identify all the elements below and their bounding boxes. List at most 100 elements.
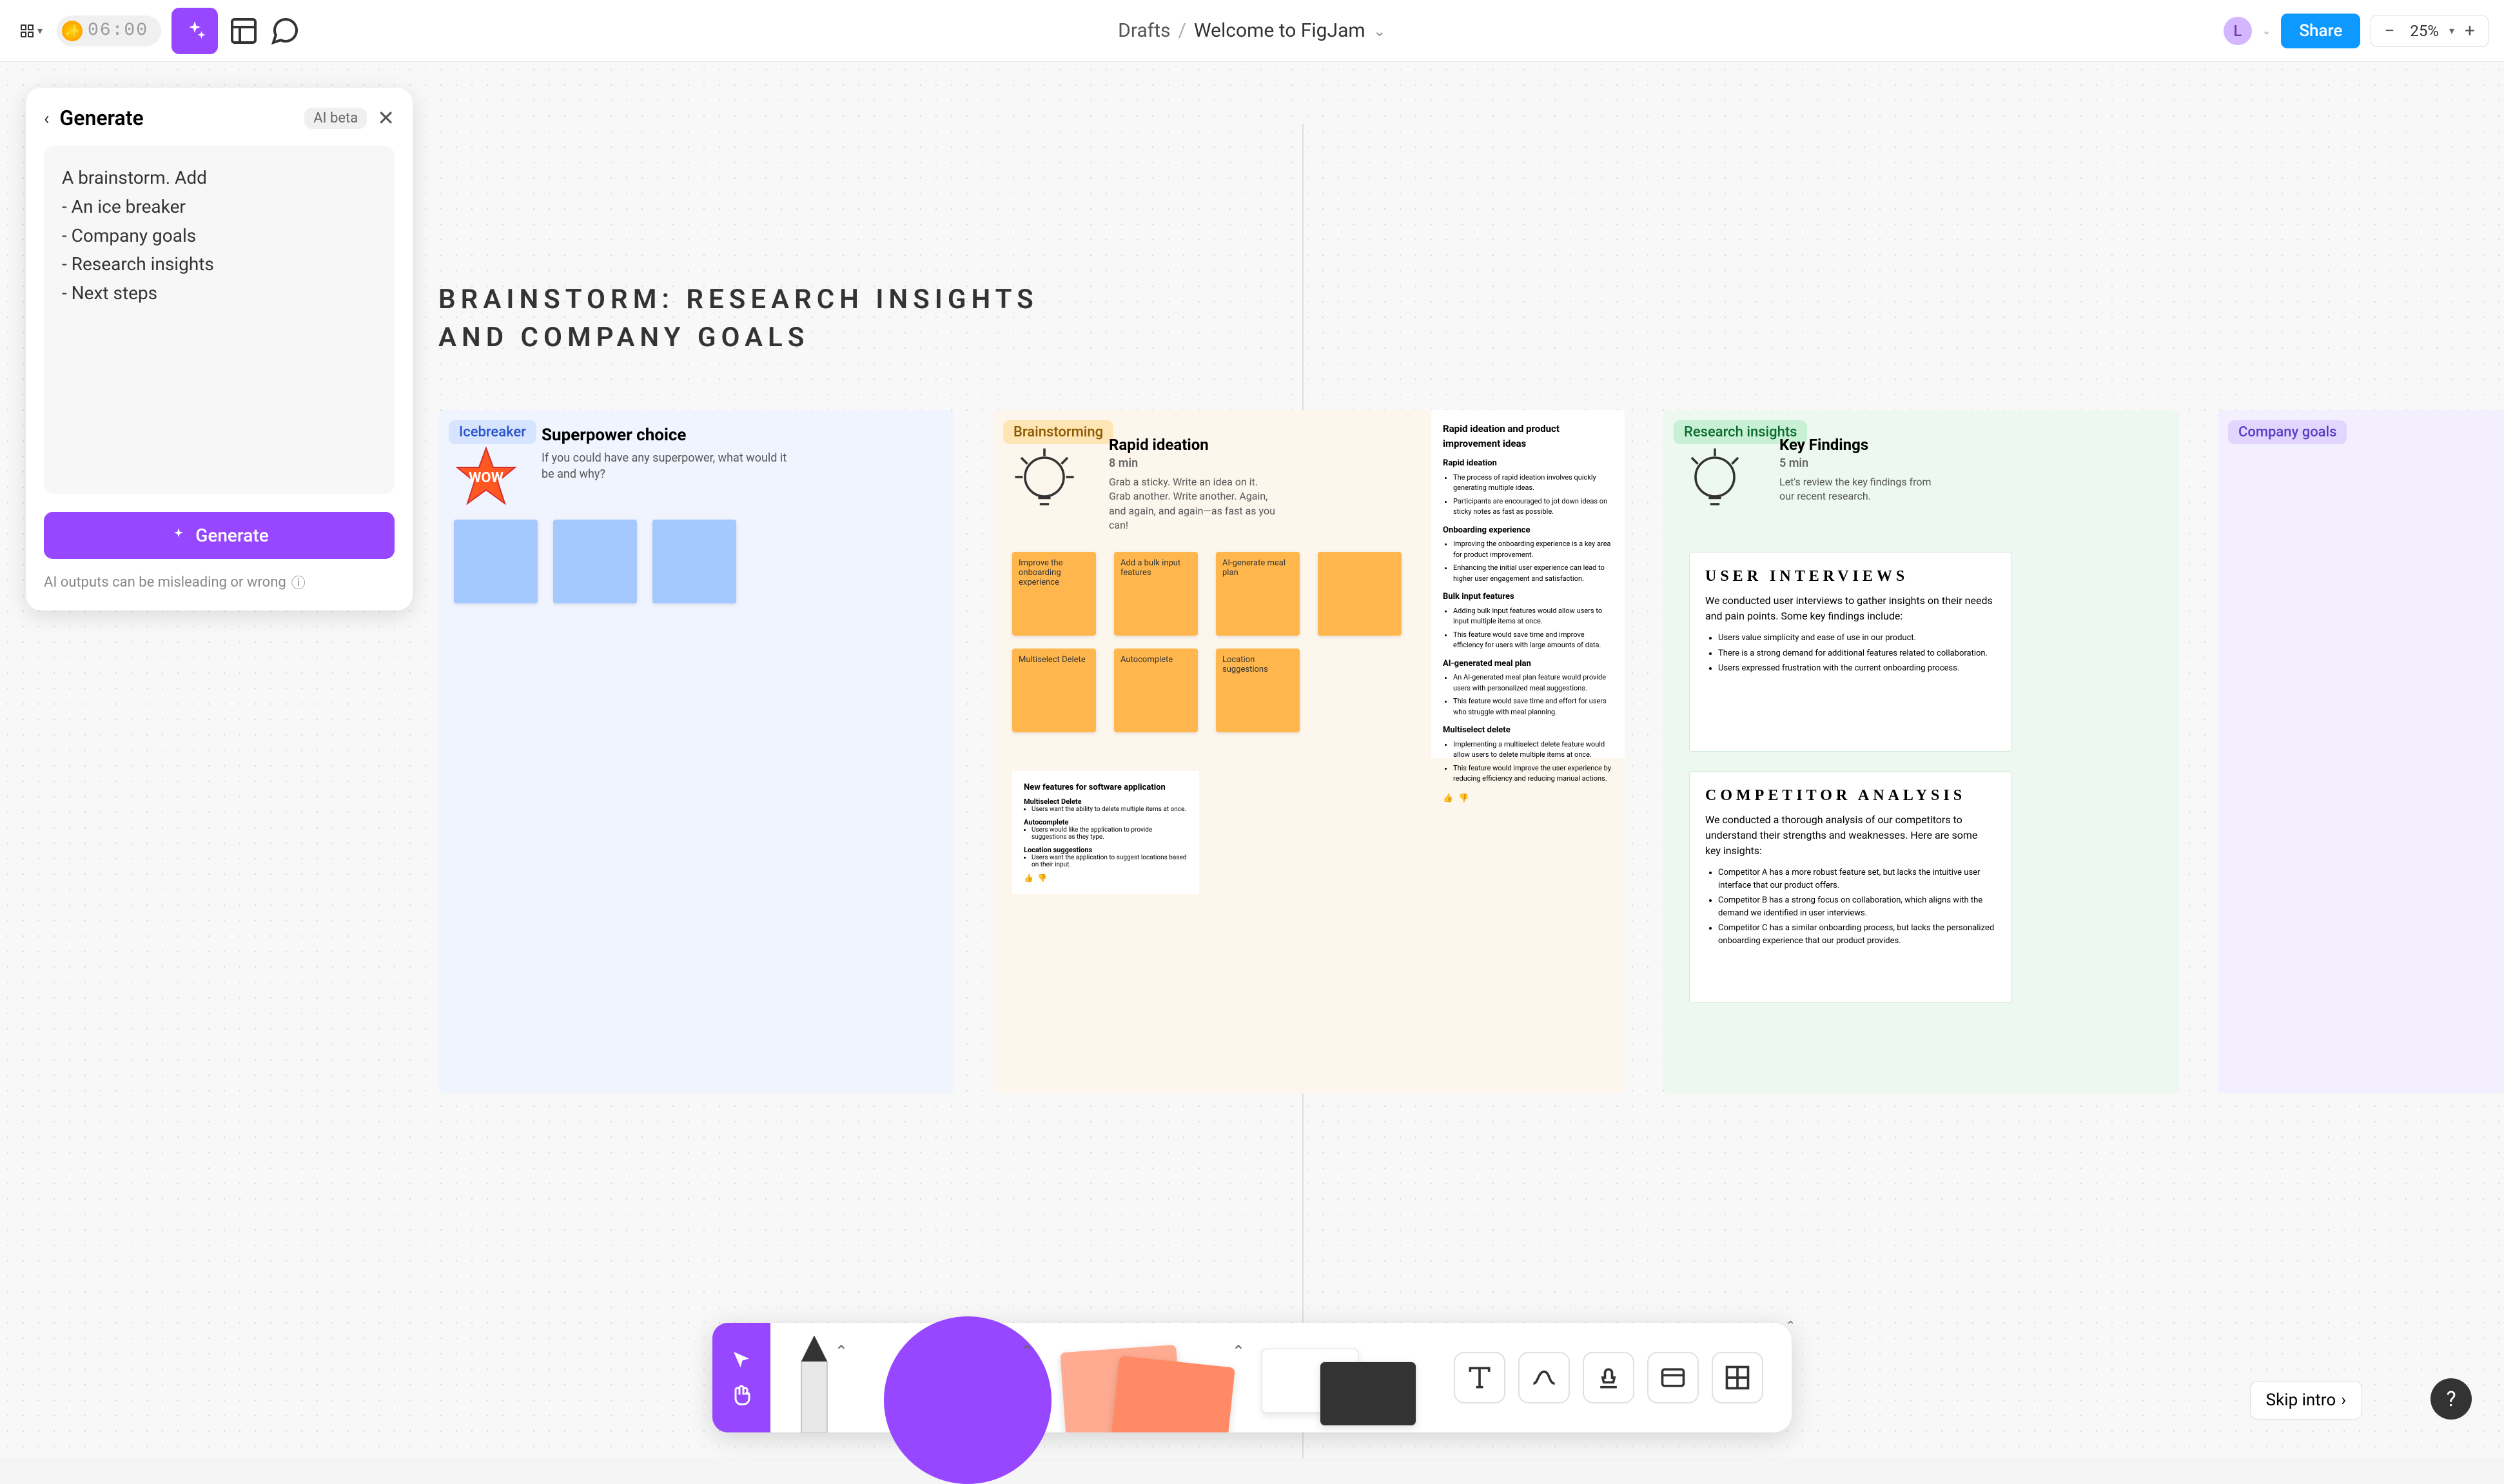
- zoom-value[interactable]: 25%: [2405, 22, 2444, 40]
- select-tool-group: [712, 1323, 770, 1432]
- research-bullet: Competitor A has a more robust feature s…: [1718, 866, 1995, 892]
- shape-preview-icon: [884, 1316, 1051, 1484]
- ai-generate-button[interactable]: [171, 8, 218, 54]
- bottom-toolbar: ⌃ ⌃ ⌃ ⌃: [712, 1323, 1792, 1432]
- sticky-note[interactable]: [553, 520, 637, 603]
- share-button[interactable]: Share: [2281, 14, 2360, 48]
- doc-bullet: Users want the ability to delete multipl…: [1032, 806, 1188, 813]
- doc-bullet: Users want the application to suggest lo…: [1032, 854, 1188, 868]
- summary-bullet: Adding bulk input features would allow u…: [1453, 606, 1613, 627]
- section-tool[interactable]: [1647, 1352, 1699, 1403]
- chevron-up-icon[interactable]: ⌃: [1021, 1342, 1033, 1360]
- research-card-competitor[interactable]: Competitor Analysis We conducted a thoro…: [1689, 771, 2011, 1003]
- section-tag-icebreaker[interactable]: Icebreaker: [449, 420, 536, 444]
- thumbs-down-icon[interactable]: 👎: [1458, 792, 1469, 805]
- comments-button[interactable]: [269, 15, 300, 46]
- section-tag-brainstorming[interactable]: Brainstorming: [1003, 420, 1113, 444]
- sticky-tool[interactable]: ⌃: [1044, 1329, 1250, 1432]
- sticky-note[interactable]: Location suggestions: [1216, 649, 1300, 732]
- marker-tool[interactable]: ⌃: [776, 1329, 853, 1432]
- shape-tool[interactable]: ⌃: [858, 1329, 1039, 1432]
- section-research[interactable]: Research insights Key Findings 5 min Let…: [1663, 410, 2179, 1093]
- marker-icon: [795, 1336, 834, 1432]
- summary-bullet: This feature would improve the user expe…: [1453, 763, 1613, 785]
- chevron-right-icon: ›: [2341, 1391, 2346, 1410]
- sticky-note[interactable]: Multiselect Delete: [1012, 649, 1096, 732]
- widget-preview-icon: [1262, 1342, 1423, 1432]
- sticky-note[interactable]: [1318, 552, 1402, 636]
- brainstorming-features-doc[interactable]: New features for software application Mu…: [1012, 771, 1199, 894]
- research-bullet: Users value simplicity and ease of use i…: [1718, 632, 1995, 645]
- grid-icon: [19, 23, 35, 39]
- breadcrumb-root[interactable]: Drafts: [1118, 19, 1170, 42]
- help-button[interactable]: ?: [2431, 1378, 2472, 1420]
- research-card-interviews[interactable]: User Interviews We conducted user interv…: [1689, 552, 2011, 752]
- widget-tool[interactable]: [1255, 1329, 1436, 1432]
- card-title: User Interviews: [1705, 568, 1995, 585]
- doc-title: New features for software application: [1024, 783, 1188, 792]
- document-title[interactable]: Welcome to FigJam: [1194, 19, 1365, 42]
- close-button[interactable]: ✕: [377, 106, 395, 130]
- chevron-up-icon[interactable]: ⌃: [1786, 1319, 1795, 1333]
- summary-group-heading: AI-generated meal plan: [1443, 658, 1613, 670]
- connector-tool[interactable]: ⌃: [1518, 1352, 1570, 1403]
- section-icebreaker[interactable]: Icebreaker WOW Superpower choice If you …: [438, 410, 954, 1093]
- sticky-note[interactable]: [652, 520, 736, 603]
- generate-button[interactable]: Generate: [44, 512, 395, 559]
- cursor-icon[interactable]: [730, 1348, 753, 1371]
- summary-bullet: Participants are encouraged to jot down …: [1453, 496, 1613, 518]
- sticky-note[interactable]: AI-generate meal plan: [1216, 552, 1300, 636]
- section-company-goals[interactable]: Company goals: [2218, 410, 2504, 1093]
- skip-intro-label: Skip intro: [2266, 1391, 2336, 1410]
- sticky-note[interactable]: Autocomplete: [1114, 649, 1198, 732]
- brainstorming-heading: Rapid ideation: [1109, 436, 1276, 454]
- chevron-up-icon[interactable]: ⌃: [835, 1342, 848, 1360]
- hand-icon[interactable]: [730, 1384, 753, 1407]
- thumbs-down-icon[interactable]: 👎: [1037, 874, 1047, 883]
- thumbs-up-icon[interactable]: 👍: [1443, 792, 1453, 805]
- ai-panel-title: Generate: [59, 106, 294, 130]
- skip-intro-button[interactable]: Skip intro ›: [2250, 1381, 2362, 1420]
- lightbulb-icon: [1676, 442, 1754, 520]
- research-bullet: There is a strong demand for additional …: [1718, 647, 1995, 660]
- table-tool[interactable]: [1712, 1352, 1763, 1403]
- canvas-heading[interactable]: Brainstorm: Research Insights and Compan…: [438, 281, 1039, 357]
- brainstorming-subtitle: Grab a sticky. Write an idea on it. Grab…: [1109, 475, 1276, 533]
- summary-bullet: This feature would save time and improve…: [1453, 630, 1613, 651]
- text-tool[interactable]: [1454, 1352, 1505, 1403]
- research-bullet: Competitor B has a strong focus on colla…: [1718, 894, 1995, 919]
- zoom-in-button[interactable]: +: [2460, 21, 2480, 41]
- back-button[interactable]: ‹: [44, 108, 49, 129]
- brainstorming-summary-doc[interactable]: Rapid ideation and product improvement i…: [1431, 410, 1625, 758]
- brainstorming-duration: 8 min: [1109, 456, 1276, 470]
- ai-prompt-textarea[interactable]: A brainstorm. Add - An ice breaker - Com…: [44, 146, 395, 494]
- table-icon: [1723, 1363, 1752, 1392]
- doc-bullet: Users would like the application to prov…: [1032, 826, 1188, 841]
- connector-icon: [1530, 1363, 1558, 1392]
- thumbs-up-icon[interactable]: 👍: [1024, 874, 1033, 883]
- sticky-note[interactable]: Improve the onboarding experience: [1012, 552, 1096, 636]
- chevron-down-icon[interactable]: ⌄: [2262, 24, 2271, 37]
- wow-badge-icon: WOW: [454, 445, 518, 509]
- canvas[interactable]: ‹ Generate AI beta ✕ A brainstorm. Add -…: [0, 62, 2504, 1458]
- user-avatar[interactable]: L: [2224, 17, 2252, 45]
- section-tag-goals[interactable]: Company goals: [2228, 420, 2347, 444]
- timer-pill[interactable]: ✨ 06:00: [57, 15, 161, 46]
- canvas-heading-line2: and Company Goals: [438, 319, 1039, 357]
- sticky-note[interactable]: [454, 520, 538, 603]
- zoom-out-button[interactable]: −: [2379, 21, 2400, 41]
- card-title: Competitor Analysis: [1705, 787, 1995, 805]
- info-icon[interactable]: ⓘ: [291, 572, 306, 592]
- templates-button[interactable]: [228, 15, 259, 46]
- chevron-down-icon[interactable]: ▾: [2449, 24, 2454, 37]
- card-body: We conducted user interviews to gather i…: [1705, 593, 1995, 624]
- chevron-up-icon[interactable]: ⌃: [1232, 1342, 1245, 1360]
- stamp-tool[interactable]: [1583, 1352, 1634, 1403]
- sticky-note[interactable]: Add a bulk input features: [1114, 552, 1198, 636]
- summary-bullet: Enhancing the initial user experience ca…: [1453, 563, 1613, 584]
- summary-bullet: Implementing a multiselect delete featur…: [1453, 739, 1613, 761]
- chevron-down-icon[interactable]: ⌄: [1373, 22, 1386, 40]
- section-brainstorming[interactable]: Brainstorming Rapid ideation 8 min Grab …: [993, 410, 1625, 1093]
- ai-prompt-text: A brainstorm. Add - An ice breaker - Com…: [62, 164, 377, 308]
- main-menu-button[interactable]: ▾: [15, 15, 46, 46]
